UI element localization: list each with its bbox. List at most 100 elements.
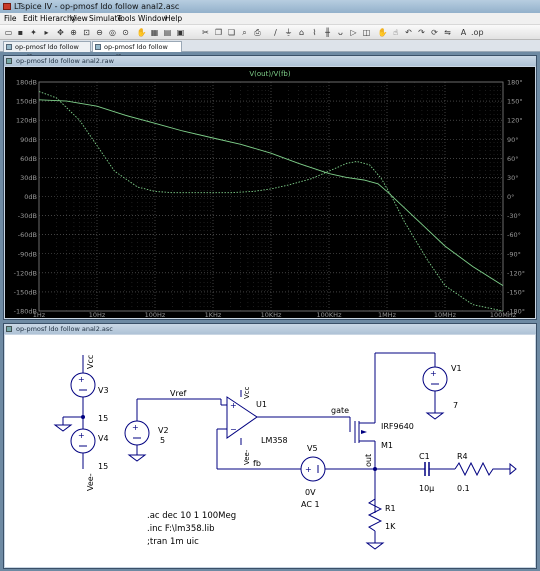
y-right-tick-label: -150° <box>507 288 525 296</box>
junction-dot <box>373 467 377 471</box>
x-tick-label: 100MHz <box>490 311 517 318</box>
mirror-icon[interactable]: ⇋ <box>442 27 453 38</box>
drag-icon[interactable]: ☝ <box>390 27 401 38</box>
zoom-in-icon[interactable]: ⊕ <box>68 27 79 38</box>
find-icon[interactable]: ⌕ <box>239 27 250 38</box>
y-left-tick-label: 30dB <box>20 174 37 182</box>
trace-title[interactable]: V(out)/V(fb) <box>249 70 291 78</box>
ground-icon[interactable]: ⏚ <box>283 27 294 38</box>
svg-text:+: + <box>78 375 85 384</box>
v1-source[interactable]: + V1 7 <box>422 364 462 420</box>
component-icon[interactable]: ◫ <box>361 27 372 38</box>
waveform-icon <box>6 58 12 64</box>
y-right-tick-label: 30° <box>507 174 519 182</box>
redo-icon[interactable]: ↷ <box>416 27 427 38</box>
autorange-icon[interactable]: ⊙ <box>120 27 131 38</box>
menu-file[interactable]: File <box>4 13 17 25</box>
menu-bar: File Edit Hierarchy View Simulate Tools … <box>0 13 540 25</box>
zoom-out-icon[interactable]: ⊖ <box>94 27 105 38</box>
plot-area[interactable]: 180dB 150dB 120dB 90dB 60dB 30dB 0dB -30dB -60dB… <box>5 67 535 319</box>
r1-name: R1 <box>385 504 396 513</box>
directive-ac[interactable]: .ac dec 10 1 100Meg <box>147 511 236 521</box>
r4-name: R4 <box>457 452 468 461</box>
capacitor-icon[interactable]: ╫ <box>322 27 333 38</box>
run-icon[interactable]: ▸ <box>41 27 52 38</box>
pan-icon[interactable]: ✥ <box>55 27 66 38</box>
cut-icon[interactable]: ✂ <box>200 27 211 38</box>
bode-plot[interactable]: 180dB 150dB 120dB 90dB 60dB 30dB 0dB -30dB -60dB… <box>5 67 535 319</box>
tile-icon[interactable]: ▦ <box>149 27 160 38</box>
svg-text:+: + <box>230 401 237 410</box>
y-left-tick-label: -120dB <box>14 269 37 277</box>
v4-net: Vee- <box>86 473 95 491</box>
y-axis-left: 180dB 150dB 120dB 90dB 60dB 30dB 0dB -30dB -60dB… <box>14 79 37 316</box>
junction-dot <box>81 415 85 419</box>
v2-name: V2 <box>158 426 169 435</box>
zoom-fit-icon[interactable]: ⊡ <box>81 27 92 38</box>
c1-capacitor[interactable]: C1 10µ <box>419 452 434 493</box>
label-net-icon[interactable]: ⌂ <box>296 27 307 38</box>
schematic-drawing[interactable]: + V3 15 Vcc + V4 15 Vee- + V2 5 Vref + −… <box>5 335 535 567</box>
menu-edit[interactable]: Edit <box>23 13 38 25</box>
m1-mosfet[interactable]: IRF9640 M1 <box>361 422 414 450</box>
paste-icon[interactable]: ❏ <box>226 27 237 38</box>
svg-text:+: + <box>305 465 312 474</box>
plot-window[interactable]: op-pmosf ldo follow anal2.raw 180dB 150dB… <box>3 55 537 320</box>
svg-text:+: + <box>430 369 437 378</box>
inductor-icon[interactable]: ᴗ <box>335 27 346 38</box>
tab-raw[interactable]: op-pmosf ldo follow anal2.raw <box>3 41 91 61</box>
schematic-canvas[interactable]: + V3 15 Vcc + V4 15 Vee- + V2 5 Vref + −… <box>5 335 535 567</box>
u1-opamp[interactable]: + − U1 LM358 Vcc Vee- <box>226 386 288 465</box>
wire-icon[interactable]: ∕ <box>270 27 281 38</box>
diode-icon[interactable]: ▷ <box>348 27 359 38</box>
close-window-icon[interactable]: ▣ <box>175 27 186 38</box>
menu-window[interactable]: Window <box>138 13 168 25</box>
v1-value: 7 <box>453 401 458 410</box>
c1-value: 10µ <box>419 484 434 493</box>
v4-source[interactable]: + V4 15 Vee- <box>70 428 109 491</box>
v3-source[interactable]: + V3 15 Vcc <box>70 355 109 423</box>
menu-tools[interactable]: Tools <box>117 13 135 25</box>
v5-source[interactable]: + V5 0V AC 1 <box>295 444 331 509</box>
x-tick-label: 1KHz <box>205 311 222 318</box>
save-icon[interactable]: ▪ <box>15 27 26 38</box>
x-tick-label: 100Hz <box>145 311 166 318</box>
toolbar: ▭ ▪ ✦ ▸ ✥ ⊕ ⊡ ⊖ ◎ ⊙ ✋ ▦ ▤ ▣ ✂ ❐ ❏ ⌕ ⎙ ∕ … <box>0 25 540 40</box>
v2-source[interactable]: + V2 5 <box>124 420 169 462</box>
print-icon[interactable]: ⎙ <box>252 27 263 38</box>
y-right-tick-label: 0° <box>507 193 514 201</box>
waveform-icon <box>6 44 12 50</box>
copy-icon[interactable]: ❐ <box>213 27 224 38</box>
y-left-tick-label: 60dB <box>20 155 37 163</box>
cascade-icon[interactable]: ▤ <box>162 27 173 38</box>
open-icon[interactable]: ▭ <box>3 27 14 38</box>
halt-icon[interactable]: ✋ <box>136 27 147 38</box>
directive-tran[interactable]: ;tran 1m uic <box>147 537 199 547</box>
net-gate: gate <box>331 406 349 415</box>
u1-vcc: Vcc <box>243 386 251 399</box>
rotate-icon[interactable]: ⟳ <box>429 27 440 38</box>
resistor-icon[interactable]: ⌇ <box>309 27 320 38</box>
u1-model: LM358 <box>261 436 288 445</box>
plot-grid <box>38 81 504 312</box>
schematic-window[interactable]: op-pmosf ldo follow anal2.asc + V3 15 Vc… <box>3 323 537 569</box>
x-tick-label: 10Hz <box>89 311 106 318</box>
net-vref: Vref <box>170 389 187 398</box>
menu-view[interactable]: View <box>70 13 88 25</box>
r4-resistor[interactable]: R4 0.1 <box>454 452 517 493</box>
y-right-tick-label: 60° <box>507 155 519 163</box>
spice-directive-icon[interactable]: .op <box>471 27 484 38</box>
app-icon <box>3 3 11 10</box>
directive-inc[interactable]: .inc F:\lm358.lib <box>147 524 214 534</box>
y-left-tick-label: -150dB <box>14 288 37 296</box>
menu-help[interactable]: Help <box>165 13 182 25</box>
move-icon[interactable]: ✋ <box>377 27 388 38</box>
r1-resistor[interactable]: R1 1K <box>365 498 396 550</box>
tab-asc[interactable]: op-pmosf ldo follow anal2.asc <box>92 41 182 61</box>
zoom-extents-icon[interactable]: ◎ <box>107 27 118 38</box>
undo-icon[interactable]: ↶ <box>403 27 414 38</box>
text-icon[interactable]: A <box>458 27 469 38</box>
y-left-tick-label: 150dB <box>16 98 37 106</box>
svg-text:+: + <box>78 431 85 440</box>
settings-icon[interactable]: ✦ <box>28 27 39 38</box>
